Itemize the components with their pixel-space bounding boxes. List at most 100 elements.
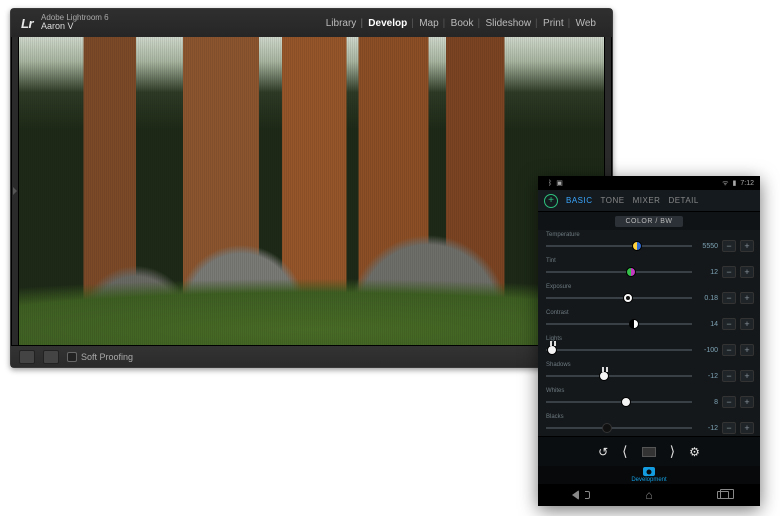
- module-book[interactable]: Book: [445, 18, 480, 29]
- slider-value: -100: [696, 347, 718, 354]
- settings-button[interactable]: ⚙: [689, 445, 700, 459]
- compare-view-button[interactable]: [43, 350, 59, 364]
- chevron-right-icon: [13, 187, 17, 195]
- slider-value: -12: [696, 373, 718, 380]
- soft-proofing-toggle[interactable]: Soft Proofing: [67, 352, 133, 362]
- checkbox-icon: [67, 352, 77, 362]
- tab-detail[interactable]: DETAIL: [668, 196, 698, 205]
- slider-track[interactable]: [546, 397, 692, 407]
- prev-photo-button[interactable]: ⟨: [622, 443, 627, 460]
- mobile-nav: ↺ ⟨ ⟩ ⚙: [538, 436, 760, 466]
- slider-minus-button[interactable]: −: [722, 292, 736, 304]
- slider-plus-button[interactable]: +: [740, 344, 754, 356]
- slider-value: 12: [696, 269, 718, 276]
- thumbnail-icon[interactable]: [642, 447, 656, 457]
- home-icon: ⌂: [645, 488, 652, 502]
- slider-row-exposure: 0.18−+: [546, 286, 754, 310]
- color-bw-toggle[interactable]: COLOR / BW: [615, 216, 682, 227]
- android-back-button[interactable]: [563, 488, 587, 502]
- slider-knob[interactable]: [602, 423, 612, 433]
- slider-knob[interactable]: [632, 241, 642, 251]
- slider-minus-button[interactable]: −: [722, 240, 736, 252]
- photo-canvas[interactable]: [19, 37, 604, 345]
- module-picker: Library Develop Map Book Slideshow Print…: [320, 18, 602, 29]
- android-nav-bar: ⌂: [538, 484, 760, 506]
- slider-track[interactable]: [546, 319, 692, 329]
- lightroom-body: [11, 37, 612, 345]
- mobile-module-indicator[interactable]: Development: [538, 466, 760, 484]
- tab-mixer[interactable]: MIXER: [633, 196, 661, 205]
- slider-row-whites: 8−+: [546, 390, 754, 414]
- battery-icon: ▮: [733, 179, 737, 187]
- slider-knob[interactable]: [626, 267, 636, 277]
- slider-plus-button[interactable]: +: [740, 292, 754, 304]
- slider-value: 8: [696, 399, 718, 406]
- tab-tone[interactable]: TONE: [601, 196, 625, 205]
- slider-value: 14: [696, 321, 718, 328]
- slider-track[interactable]: [546, 293, 692, 303]
- slider-track[interactable]: [546, 423, 692, 433]
- slider-minus-button[interactable]: −: [722, 318, 736, 330]
- slider-minus-button[interactable]: −: [722, 370, 736, 382]
- back-icon: [572, 490, 579, 500]
- slider-row-tint: 12−+: [546, 260, 754, 284]
- lightroom-logo: Lr: [21, 16, 33, 31]
- tab-basic[interactable]: BASIC: [566, 196, 593, 205]
- slider-row-blacks: -12−+: [546, 416, 754, 436]
- module-slideshow[interactable]: Slideshow: [479, 18, 537, 29]
- camera-icon: [643, 467, 655, 476]
- module-print[interactable]: Print: [537, 18, 570, 29]
- recent-icon: [717, 491, 729, 499]
- slider-row-contrast: 14−+: [546, 312, 754, 336]
- sliders-panel: Temperature5550−+Tint12−+Exposure0.18−+C…: [538, 230, 760, 436]
- module-develop[interactable]: Develop: [362, 18, 413, 29]
- slider-knob[interactable]: [599, 371, 609, 381]
- mobile-panel: ᛒ ▣ ᯤ ▮ 7:12 + BASIC TONE MIXER DETAIL C…: [538, 176, 760, 506]
- android-recent-button[interactable]: [711, 488, 735, 502]
- module-library[interactable]: Library: [320, 18, 363, 29]
- module-map[interactable]: Map: [413, 18, 444, 29]
- android-home-button[interactable]: ⌂: [637, 488, 661, 502]
- slider-value: -12: [696, 425, 718, 432]
- loupe-view-button[interactable]: [19, 350, 35, 364]
- next-photo-button[interactable]: ⟩: [670, 443, 675, 460]
- lightroom-titlebar: Lr Adobe Lightroom 6 Aaron V Library Dev…: [11, 9, 612, 37]
- left-panel-toggle[interactable]: [11, 37, 19, 345]
- app-icon: ▣: [556, 179, 563, 187]
- slider-value: 0.18: [696, 295, 718, 302]
- slider-minus-button[interactable]: −: [722, 344, 736, 356]
- slider-track[interactable]: [546, 267, 692, 277]
- slider-knob[interactable]: [629, 319, 639, 329]
- status-time: 7:12: [740, 180, 754, 187]
- lightroom-user: Aaron V: [41, 22, 109, 32]
- slider-plus-button[interactable]: +: [740, 240, 754, 252]
- slider-plus-button[interactable]: +: [740, 266, 754, 278]
- slider-track[interactable]: [546, 371, 692, 381]
- lightroom-window: Lr Adobe Lightroom 6 Aaron V Library Dev…: [10, 8, 613, 368]
- mobile-tab-bar: + BASIC TONE MIXER DETAIL: [538, 190, 760, 212]
- slider-value: 5550: [696, 243, 718, 250]
- slider-minus-button[interactable]: −: [722, 422, 736, 434]
- slider-plus-button[interactable]: +: [740, 318, 754, 330]
- lightroom-title-wrap: Adobe Lightroom 6 Aaron V: [41, 14, 109, 33]
- slider-knob[interactable]: [547, 345, 557, 355]
- bluetooth-icon: ᛒ: [548, 180, 552, 187]
- module-web[interactable]: Web: [570, 18, 602, 29]
- slider-track[interactable]: [546, 345, 692, 355]
- slider-minus-button[interactable]: −: [722, 396, 736, 408]
- slider-minus-button[interactable]: −: [722, 266, 736, 278]
- lightroom-toolbar: Soft Proofing: [11, 345, 612, 367]
- slider-row-shadows: -12−+: [546, 364, 754, 388]
- add-button[interactable]: +: [544, 194, 558, 208]
- slider-row-lights: -100−+: [546, 338, 754, 362]
- slider-plus-button[interactable]: +: [740, 370, 754, 382]
- soft-proofing-label: Soft Proofing: [81, 352, 133, 362]
- wifi-icon: ᯤ: [722, 179, 728, 188]
- slider-plus-button[interactable]: +: [740, 396, 754, 408]
- slider-plus-button[interactable]: +: [740, 422, 754, 434]
- slider-track[interactable]: [546, 241, 692, 251]
- undo-button[interactable]: ↺: [598, 445, 608, 459]
- color-bw-row: COLOR / BW: [538, 212, 760, 230]
- slider-knob[interactable]: [623, 293, 633, 303]
- slider-knob[interactable]: [621, 397, 631, 407]
